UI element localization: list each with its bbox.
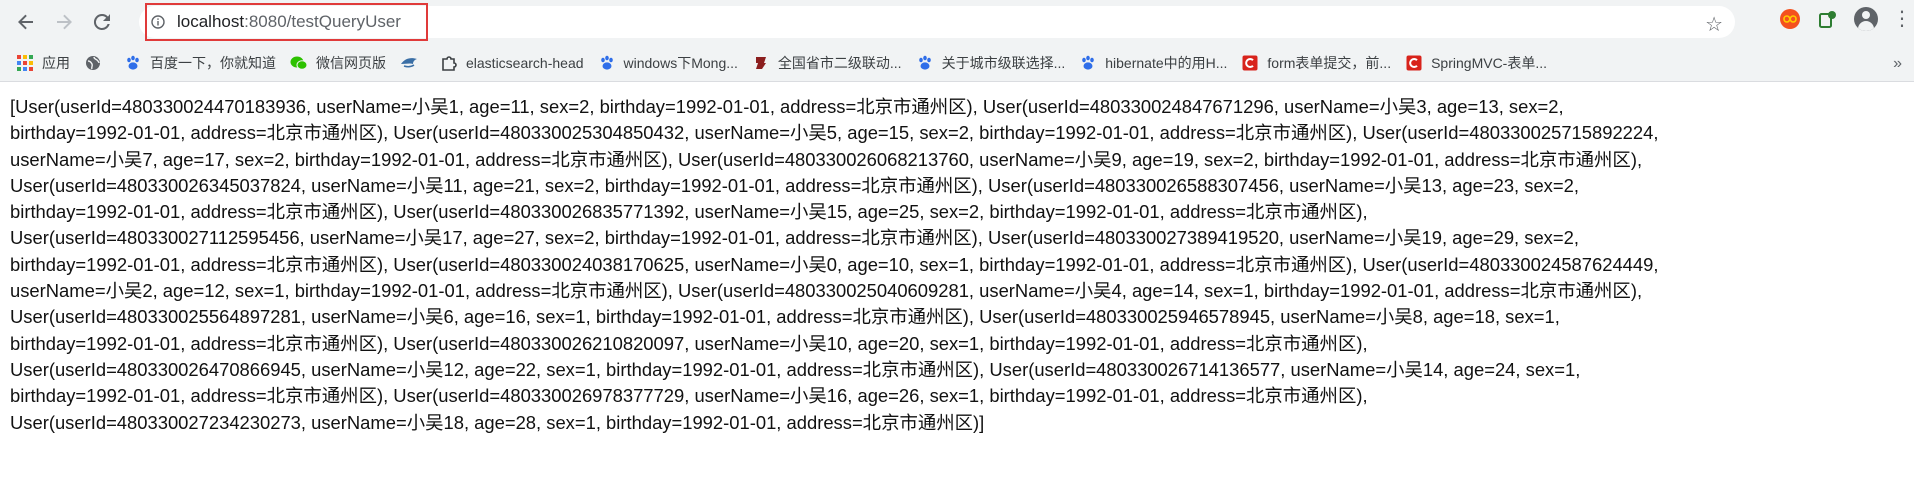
result-text-line: birthday=1992-01-01, address=北京市通州区), Us… <box>10 332 1368 354</box>
bookmark-item[interactable]: hibernate中的用H... <box>1075 49 1237 77</box>
result-text-line: User(userId=480330027112595456, userName… <box>10 227 1579 249</box>
jr-icon <box>752 54 770 72</box>
bookmark-item[interactable]: 百度一下，你就知道 <box>120 49 286 77</box>
bookmark-label: hibernate中的用H... <box>1105 54 1228 71</box>
bookmark-item[interactable]: 微信网页版 <box>286 49 396 77</box>
address-bar[interactable]: localhost:8080/testQueryUser ☆ <box>139 3 1735 41</box>
baidu-paw-icon <box>598 54 616 72</box>
wechat-icon <box>290 54 308 72</box>
extension-infinity-icon[interactable] <box>1778 7 1802 31</box>
bookmark-label: 关于城市级联选择... <box>941 54 1066 71</box>
bookmark-item[interactable]: form表单提交，前... <box>1237 49 1401 77</box>
profile-avatar-icon[interactable] <box>1854 6 1878 31</box>
forward-icon[interactable] <box>48 6 80 38</box>
bookmark-label: elasticsearch-head <box>466 54 584 71</box>
baidu-paw-icon <box>1079 54 1097 72</box>
menu-kebab-icon[interactable]: ⋮ <box>1892 6 1912 31</box>
result-text-line: birthday=1992-01-01, address=北京市通州区), Us… <box>10 201 1368 223</box>
bookmark-item[interactable]: 关于城市级联选择... <box>912 49 1076 77</box>
back-icon[interactable] <box>10 6 42 38</box>
csdn-icon <box>1241 54 1259 72</box>
result-text-line: userName=小吴2, age=12, sex=1, birthday=19… <box>10 280 1643 302</box>
reload-icon[interactable] <box>86 6 118 38</box>
result-text-line: User(userId=480330025564897281, userName… <box>10 306 1560 328</box>
result-text-line: User(userId=480330027234230273, userName… <box>10 411 985 433</box>
bookmark-label: SpringMVC-表单... <box>1431 54 1548 71</box>
url-highlight-box <box>145 3 428 41</box>
result-text-line: birthday=1992-01-01, address=北京市通州区), Us… <box>10 122 1659 144</box>
bookmark-label: 全国省市二级联动... <box>777 54 902 71</box>
url-text[interactable]: localhost:8080/testQueryUser <box>145 3 428 41</box>
page-content: [User(userId=480330024470183936, userNam… <box>0 82 1914 436</box>
bookmark-item[interactable]: 应用 <box>16 49 80 77</box>
result-text-line: User(userId=480330026345037824, userName… <box>10 174 1579 196</box>
apps-grid-icon <box>16 54 34 72</box>
bird-icon <box>400 54 418 72</box>
extension-puzzle-icon[interactable] <box>1816 7 1840 31</box>
result-text-line: [User(userId=480330024470183936, userNam… <box>10 96 1564 117</box>
bookmarks-bar: 应用 百度一下，你就知道 微信网页版 elasticsearch-head window… <box>0 44 1914 82</box>
bookmark-item[interactable]: windows下Mong... <box>594 49 748 77</box>
bookmarks-overflow-icon[interactable]: » <box>1893 55 1902 73</box>
csdn-icon <box>1405 54 1423 72</box>
bookmark-item[interactable] <box>80 49 120 77</box>
result-text-line: birthday=1992-01-01, address=北京市通州区), Us… <box>10 385 1368 407</box>
extension-area: ⋮ <box>1778 6 1912 31</box>
bookmark-label: windows下Mong... <box>623 54 738 71</box>
bookmark-label: 微信网页版 <box>316 54 386 71</box>
puzzle-icon <box>440 54 458 72</box>
baidu-paw-icon <box>916 54 934 72</box>
bookmark-item[interactable]: SpringMVC-表单... <box>1401 49 1557 77</box>
result-text-line: User(userId=480330026470866945, userName… <box>10 358 1581 380</box>
bookmark-item[interactable]: 全国省市二级联动... <box>748 49 912 77</box>
bookmark-item[interactable]: elasticsearch-head <box>436 49 594 77</box>
result-text-line: birthday=1992-01-01, address=北京市通州区), Us… <box>10 253 1659 275</box>
globe-icon <box>84 54 102 72</box>
bookmark-label: form表单提交，前... <box>1267 54 1392 71</box>
bookmark-item[interactable] <box>396 49 436 77</box>
result-text-line: userName=小吴7, age=17, sex=2, birthday=19… <box>10 148 1643 170</box>
bookmark-star-icon[interactable]: ☆ <box>1705 12 1723 37</box>
bookmark-label: 应用 <box>42 54 70 71</box>
baidu-paw-icon <box>124 54 142 72</box>
bookmark-label: 百度一下，你就知道 <box>150 54 276 71</box>
browser-toolbar: localhost:8080/testQueryUser ☆ ⋮ <box>0 0 1914 44</box>
